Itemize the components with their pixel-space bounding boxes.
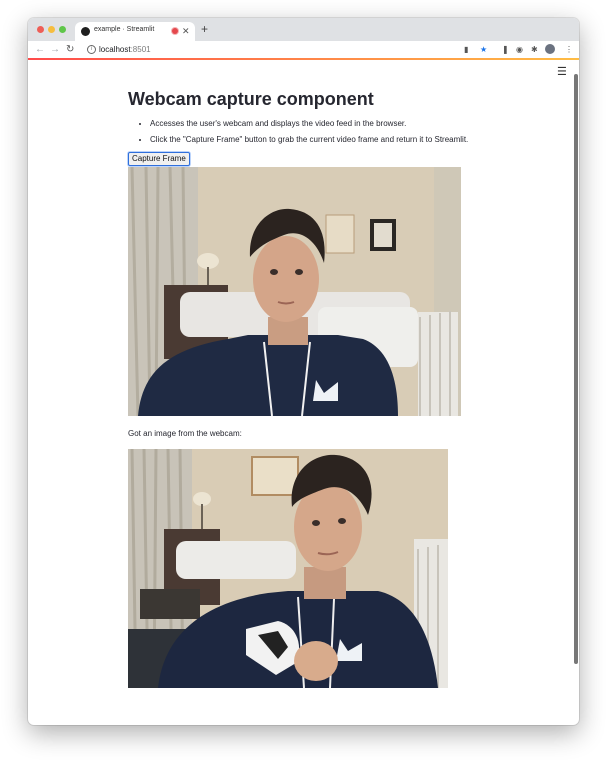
puzzle-icon[interactable]: ✱: [531, 44, 538, 55]
browser-menu-icon[interactable]: ⋮: [565, 44, 573, 55]
streamlit-favicon-icon: [81, 27, 90, 36]
captured-image: [128, 449, 448, 688]
maximize-window-icon[interactable]: [59, 26, 66, 33]
extension-separator-icon: ❚: [502, 45, 509, 54]
forward-icon[interactable]: →: [50, 42, 60, 57]
captured-frame-graphic: [128, 449, 448, 688]
description-item: Accesses the user's webcam and displays …: [150, 116, 500, 132]
browser-toolbar: ← → ↻ i localhost:8501 ▮ ★ ❚ ◉ ✱ ⋮: [28, 41, 579, 59]
back-icon[interactable]: ←: [35, 42, 45, 57]
new-tab-button[interactable]: +: [201, 22, 208, 36]
webcam-frame-graphic: [128, 167, 461, 416]
browser-window: example · Streamlit ✕ + ← → ↻ i localhos…: [28, 18, 579, 725]
minimize-window-icon[interactable]: [48, 26, 55, 33]
capture-frame-button[interactable]: Capture Frame: [128, 152, 190, 166]
description-list: Accesses the user's webcam and displays …: [138, 116, 500, 148]
close-window-icon[interactable]: [37, 26, 44, 33]
page-title: Webcam capture component: [128, 89, 374, 109]
star-icon[interactable]: ★: [480, 44, 487, 55]
hamburger-menu-icon[interactable]: ☰: [557, 66, 567, 78]
profile-avatar-icon[interactable]: [545, 44, 555, 54]
result-label: Got an image from the webcam:: [128, 429, 242, 438]
url-host: localhost: [99, 45, 131, 54]
webcam-video-feed: [128, 167, 461, 416]
scrollbar[interactable]: [574, 74, 578, 664]
browser-tab[interactable]: example · Streamlit ✕: [75, 22, 195, 41]
tab-title: example · Streamlit: [94, 26, 155, 33]
tab-close-icon[interactable]: ✕: [182, 24, 190, 38]
tab-bar: example · Streamlit ✕ +: [28, 18, 579, 41]
extension-icon[interactable]: ◉: [516, 44, 523, 55]
description-item: Click the "Capture Frame" button to grab…: [150, 132, 500, 148]
address-bar[interactable]: localhost:8501: [99, 44, 151, 55]
streamlit-decoration-bar: [28, 58, 579, 60]
camera-icon[interactable]: ▮: [464, 44, 468, 55]
info-icon[interactable]: i: [87, 45, 96, 54]
recording-indicator-icon: [172, 28, 178, 34]
url-port: :8501: [130, 45, 151, 54]
reload-icon[interactable]: ↻: [66, 42, 74, 57]
